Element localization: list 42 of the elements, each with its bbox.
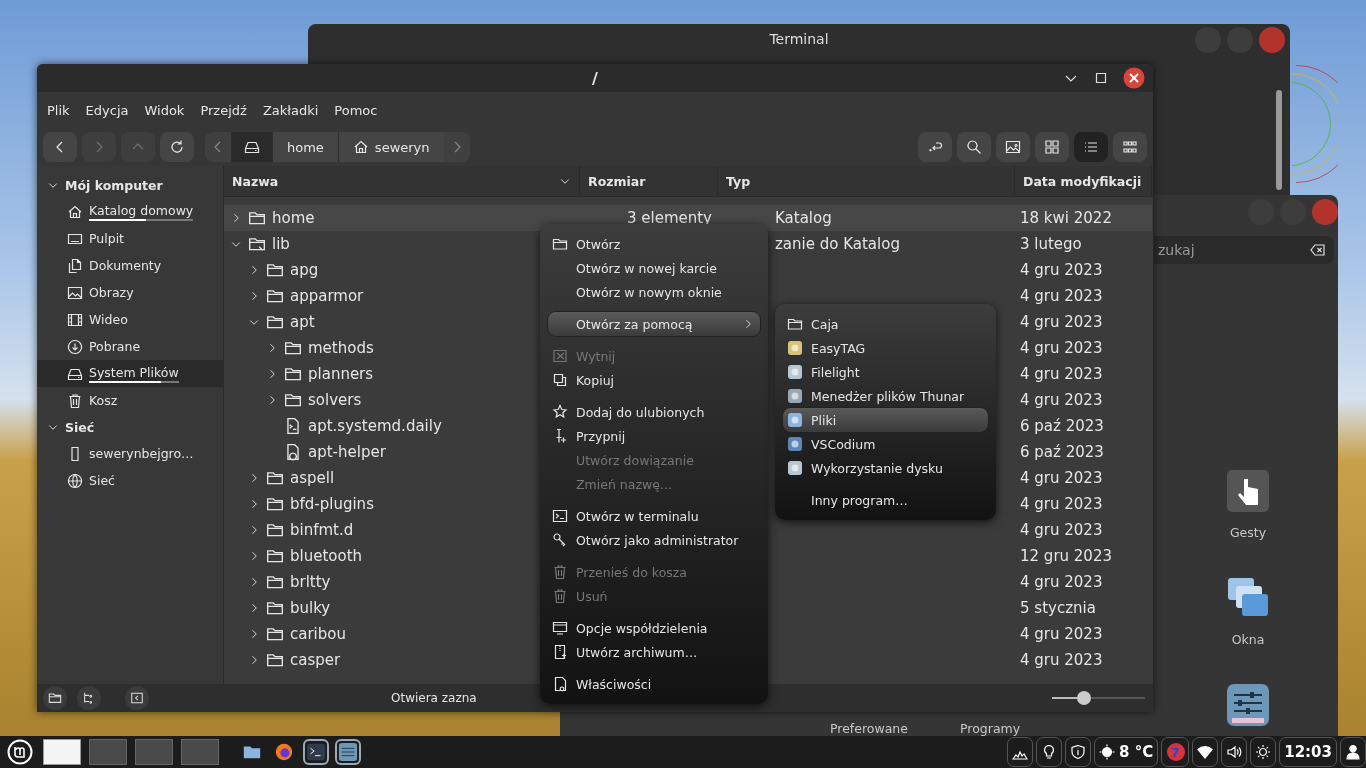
file-name: bfd-plugins bbox=[290, 495, 374, 513]
modified-date: 5 stycznia bbox=[1020, 599, 1096, 617]
status-text: Otwiera zazna bbox=[391, 691, 477, 705]
file-name: home bbox=[272, 209, 315, 227]
file-name: caribou bbox=[290, 625, 346, 643]
window-title: Terminal bbox=[769, 31, 829, 47]
modified-date: 18 kwi 2022 bbox=[1020, 209, 1112, 227]
modified-date: 4 gru 2023 bbox=[1020, 339, 1103, 357]
file-name: lib bbox=[272, 235, 290, 253]
file-name: methods bbox=[308, 339, 374, 357]
file-name: casper bbox=[290, 651, 341, 669]
file-name: binfmt.d bbox=[290, 521, 354, 539]
modified-date: 4 gru 2023 bbox=[1020, 573, 1103, 591]
file-name: apparmor bbox=[290, 287, 364, 305]
modified-date: 6 paź 2023 bbox=[1020, 417, 1104, 435]
file-type: zanie do Katalog bbox=[775, 235, 900, 253]
file-name: planners bbox=[308, 365, 374, 383]
file-name: aspell bbox=[290, 469, 335, 487]
modified-date: 6 paź 2023 bbox=[1020, 443, 1104, 461]
file-name: apg bbox=[290, 261, 319, 279]
modified-date: 4 gru 2023 bbox=[1020, 495, 1103, 513]
file-type: Katalog bbox=[775, 209, 832, 227]
modified-date: 4 gru 2023 bbox=[1020, 313, 1103, 331]
file-name: apt.systemd.daily bbox=[308, 417, 442, 435]
file-name: bulky bbox=[290, 599, 331, 617]
modified-date: 4 gru 2023 bbox=[1020, 521, 1103, 539]
file-name: solvers bbox=[308, 391, 362, 409]
modified-date: 3 lutego bbox=[1020, 235, 1082, 253]
modified-date: 12 gru 2023 bbox=[1020, 547, 1112, 565]
file-name: brltty bbox=[290, 573, 331, 591]
file-name: apt-helper bbox=[308, 443, 386, 461]
modified-date: 4 gru 2023 bbox=[1020, 261, 1103, 279]
file-name: apt bbox=[290, 313, 315, 331]
file-name: bluetooth bbox=[290, 547, 363, 565]
window-title: / bbox=[592, 68, 598, 88]
file-size: 3 elementy bbox=[626, 209, 712, 227]
modified-date: 4 gru 2023 bbox=[1020, 625, 1103, 643]
modified-date: 4 gru 2023 bbox=[1020, 365, 1103, 383]
modified-date: 4 gru 2023 bbox=[1020, 651, 1103, 669]
modified-date: 4 gru 2023 bbox=[1020, 469, 1103, 487]
modified-date: 4 gru 2023 bbox=[1020, 391, 1103, 409]
modified-date: 4 gru 2023 bbox=[1020, 287, 1103, 305]
